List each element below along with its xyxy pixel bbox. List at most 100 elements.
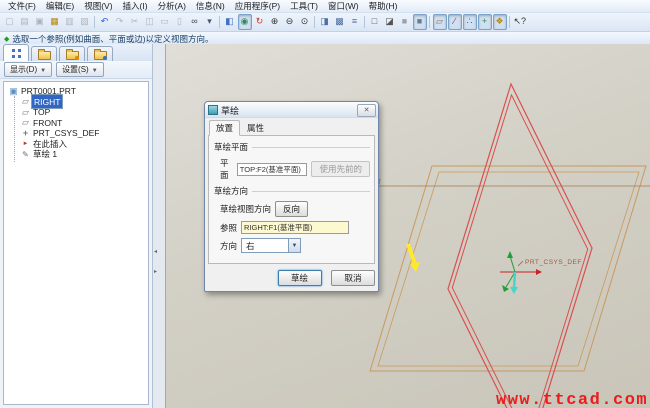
menu-item-信息[interactable]: 信息(N) <box>191 0 230 12</box>
menu-item-帮助[interactable]: 帮助(H) <box>364 0 403 12</box>
chevron-down-icon: ▼ <box>288 239 300 252</box>
csys-prt-csys-def[interactable]: PRT_CSYS_DEF <box>500 251 582 294</box>
wireframe-icon[interactable]: □ <box>368 14 382 30</box>
hidden-line-icon[interactable]: ◪ <box>383 14 397 30</box>
splitter-collapse-arrows[interactable]: ◂▸ <box>154 249 157 275</box>
sketch-direction-arrow[interactable] <box>408 244 415 264</box>
datum-plane-top-outline[interactable] <box>370 166 646 371</box>
find-icon[interactable]: ∞ <box>188 14 202 30</box>
annotations-toggle-icon[interactable]: ❖ <box>493 14 507 30</box>
toolbar-separator <box>364 16 365 28</box>
datum-plane-right-highlight-inner[interactable] <box>452 95 587 408</box>
cancel-button[interactable]: 取消 <box>331 270 375 286</box>
tree-item-top[interactable]: ▱TOP <box>4 107 148 118</box>
view-manager-icon[interactable]: ▩ <box>333 14 347 30</box>
toolbar-separator <box>94 16 95 28</box>
caption-rule <box>252 147 370 148</box>
datum-csys-toggle-icon[interactable]: + <box>478 14 492 30</box>
zoom-out-icon[interactable]: ⊖ <box>283 14 297 30</box>
tab-placement[interactable]: 放置 <box>209 120 240 136</box>
tree-item--[interactable]: ►在此插入 <box>4 139 148 150</box>
tab-favorites[interactable] <box>59 46 85 61</box>
tree-item-label[interactable]: FRONT <box>31 118 64 128</box>
select-dropdown-icon[interactable]: ▾ <box>203 14 217 30</box>
caption-rule <box>252 191 370 192</box>
toolbar-separator <box>314 16 315 28</box>
settings-dropdown-button[interactable]: 设置(S)▼ <box>56 62 104 77</box>
tree-item-prt-csys-def[interactable]: +PRT_CSYS_DEF <box>4 128 148 139</box>
datum-plane-right-highlight[interactable] <box>448 84 592 408</box>
refit-icon[interactable]: ⊙ <box>298 14 312 30</box>
open-file-icon: ▤ <box>18 14 32 30</box>
prompt-message: 选取一个参照(例如曲面、平面或边)以定义视图方向。 <box>12 33 213 45</box>
dialog-title-bar[interactable]: 草绘 ✕ <box>205 102 378 118</box>
close-icon: ✕ <box>364 106 370 114</box>
datum-points-toggle-icon[interactable]: ∴ <box>463 14 477 30</box>
undo-icon[interactable]: ↶ <box>98 14 112 30</box>
datum-axes-toggle-icon[interactable]: ∕ <box>448 14 462 30</box>
panel-splitter[interactable]: ◂▸ <box>152 44 166 408</box>
zoom-in-icon[interactable]: ⊕ <box>268 14 282 30</box>
menu-item-视图[interactable]: 视图(V) <box>79 0 117 12</box>
datum-planes-toggle-icon[interactable]: ▱ <box>433 14 447 30</box>
new-file-icon: ▢ <box>3 14 17 30</box>
save-file-icon: ▣ <box>33 14 47 30</box>
chevron-down-icon: ▼ <box>40 68 46 74</box>
menu-item-编辑[interactable]: 编辑(E) <box>41 0 79 12</box>
named-view-list-icon[interactable]: ◨ <box>318 14 332 30</box>
shaded-icon[interactable]: ■ <box>413 14 427 30</box>
orientation-label: 方向 <box>220 240 237 252</box>
print-icon[interactable]: ▦ <box>48 14 62 30</box>
placement-tab-content: 草绘平面 平面 TOP:F2(基准平面) 使用先前的 草绘方向 草绘视图方向 反… <box>208 135 375 264</box>
orientation-select[interactable]: 右 ▼ <box>241 238 301 253</box>
tree-guide-line <box>14 96 15 162</box>
use-previous-button[interactable]: 使用先前的 <box>311 161 370 177</box>
folder-icon <box>38 51 51 60</box>
tree-item-label[interactable]: PRT_CSYS_DEF <box>31 128 101 138</box>
main-toolbar: ▢▤▣▦▥▧↶↷✂◫▭▯∞▾◧◉↻⊕⊖⊙◨▩≡□◪■■▱∕∴+❖↖? <box>0 13 650 32</box>
menu-item-应用程序[interactable]: 应用程序(P) <box>230 0 285 12</box>
dialog-close-button[interactable]: ✕ <box>357 104 376 117</box>
flip-button[interactable]: 反向 <box>275 201 308 217</box>
sketch-direction-arrowhead[interactable] <box>410 262 420 272</box>
menu-item-窗口[interactable]: 窗口(W) <box>323 0 364 12</box>
tree-item-right[interactable]: ▱RIGHT <box>4 97 148 108</box>
datum-plane-icon: ▱ <box>20 97 31 107</box>
menu-item-文件[interactable]: 文件(F) <box>3 0 41 12</box>
show-dropdown-button[interactable]: 显示(D)▼ <box>4 62 52 77</box>
dialog-button-row: 草绘 取消 <box>205 264 378 291</box>
tab-connections[interactable] <box>87 46 113 61</box>
expand-right-icon[interactable]: ▸ <box>154 269 157 275</box>
cut-icon: ✂ <box>128 14 142 30</box>
tab-properties[interactable]: 属性 <box>240 120 271 136</box>
tree-item-label[interactable]: TOP <box>31 107 52 117</box>
csys-highlight-arrowhead <box>510 287 518 294</box>
tree-item-front[interactable]: ▱FRONT <box>4 118 148 129</box>
orient-mode-icon[interactable]: ◉ <box>238 14 252 30</box>
tab-folder-browser[interactable] <box>31 46 57 61</box>
spin-center-icon[interactable]: ↻ <box>253 14 267 30</box>
layers-icon[interactable]: ≡ <box>348 14 362 30</box>
sketch-plane-field[interactable]: TOP:F2(基准平面) <box>237 163 308 176</box>
menu-item-工具[interactable]: 工具(T) <box>285 0 323 12</box>
sketch-dialog: 草绘 ✕ 放置 属性 草绘平面 平面 TOP:F2(基准平面) 使用先前的 草绘… <box>204 101 379 292</box>
reference-field[interactable]: RIGHT:F1(基准平面) <box>241 221 349 234</box>
tab-model-tree[interactable] <box>3 44 29 61</box>
tree-item-prt0001-prt[interactable]: ▣PRT0001.PRT <box>4 86 148 97</box>
menu-item-插入[interactable]: 插入(I) <box>118 0 153 12</box>
menu-bar: 文件(F)编辑(E)视图(V)插入(I)分析(A)信息(N)应用程序(P)工具(… <box>0 0 650 13</box>
csys-y-arrowhead <box>507 251 513 258</box>
select-help-icon[interactable]: ↖? <box>513 14 527 30</box>
repaint-icon[interactable]: ◧ <box>223 14 237 30</box>
no-hidden-icon[interactable]: ■ <box>398 14 412 30</box>
csys-x-arrowhead <box>536 269 542 275</box>
sketch-ok-button[interactable]: 草绘 <box>278 270 322 286</box>
tree-item--1[interactable]: ✎草绘 1 <box>4 149 148 160</box>
csys-label-leader <box>518 261 523 266</box>
plane-label: 平面 <box>220 157 233 181</box>
menu-item-分析[interactable]: 分析(A) <box>153 0 191 12</box>
application-window: 文件(F)编辑(E)视图(V)插入(I)分析(A)信息(N)应用程序(P)工具(… <box>0 0 650 408</box>
model-tree: ▣PRT0001.PRT▱RIGHT▱TOP▱FRONT+PRT_CSYS_DE… <box>3 81 149 405</box>
tree-item-label[interactable]: 草绘 1 <box>31 148 59 160</box>
collapse-left-icon[interactable]: ◂ <box>154 249 157 255</box>
